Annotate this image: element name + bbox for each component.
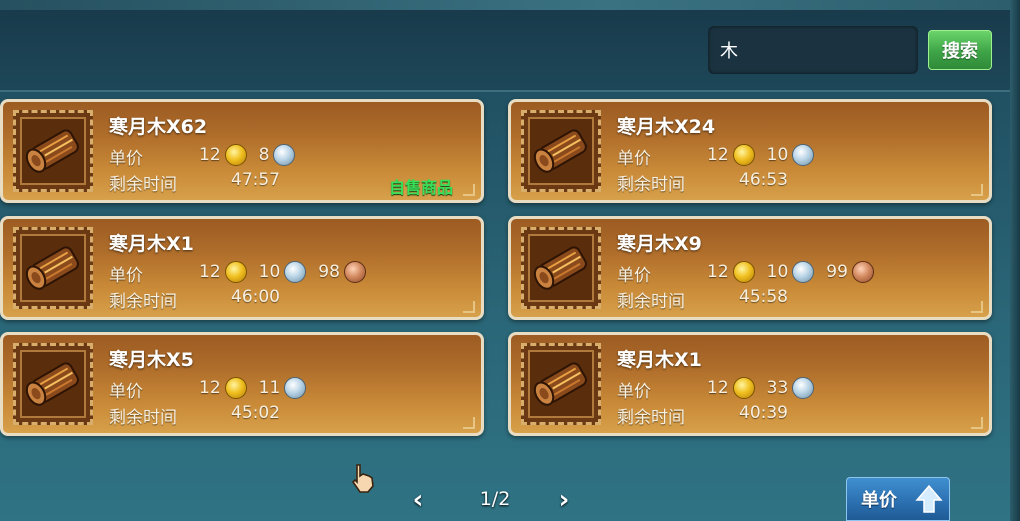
gold-coin-icon [224,144,247,166]
gold-amount: 12 [199,145,221,165]
cold-moon-wood-log-icon [25,246,79,290]
silver-amount: 8 [258,145,270,165]
price-label: 单价 [617,149,651,169]
sort-up-arrow-icon [915,484,943,513]
price-label: 单价 [109,149,143,169]
item-icon-frame [13,227,93,309]
gold-amount: 12 [199,378,221,398]
item-name: 寒月木X24 [617,116,716,138]
time-left-label: 剩余时间 [109,408,177,428]
search-input[interactable] [708,26,918,74]
item-name: 寒月木X1 [617,349,702,371]
silver-coin-icon [792,144,815,166]
gold-amount: 12 [707,262,729,282]
gold-coin-icon [732,377,755,399]
time-left-value: 46:53 [739,170,788,190]
item-icon-frame [521,110,601,192]
price-label: 单价 [109,382,143,402]
price-label: 单价 [617,266,651,286]
item-name: 寒月木X62 [109,116,208,138]
silver-amount: 10 [258,262,281,282]
price-row: 12 11 [199,375,314,401]
time-left-value: 45:58 [739,287,788,307]
item-icon-frame [13,110,93,192]
time-left-label: 剩余时间 [617,292,685,312]
search-button[interactable]: 搜索 [928,30,992,70]
item-icon-frame [521,227,601,309]
gold-amount: 12 [199,262,221,282]
time-left-label: 剩余时间 [617,175,685,195]
corner-mark-icon [463,417,475,429]
time-left-label: 剩余时间 [109,292,177,312]
gold-coin-icon [732,144,755,166]
silver-coin-icon [284,261,307,283]
copper-coin-icon [851,261,874,283]
self-sell-tag: 自售商品 [389,178,454,197]
corner-mark-icon [463,301,475,313]
search-field[interactable] [708,26,918,74]
listing-card[interactable]: 寒月木X62 单价 12 8 剩余时间 47:57 自售商品 [0,99,484,203]
time-left-value: 45:02 [231,403,280,423]
copper-amount: 99 [826,262,848,282]
listing-card[interactable]: 寒月木X9 单价 12 10 99 剩余时间 45:58 [508,216,992,320]
chevron-right-icon[interactable]: › [552,487,576,513]
time-left-value: 47:57 [231,170,280,190]
price-row: 12 10 99 [707,259,882,285]
listing-card[interactable]: 寒月木X1 单价 12 10 98 剩余时间 46:00 [0,216,484,320]
cold-moon-wood-log-icon [533,129,587,173]
listing-card[interactable]: 寒月木X1 单价 12 33 剩余时间 40:39 [508,332,992,436]
chevron-left-icon[interactable]: ‹ [406,487,430,513]
sort-by-price-button[interactable]: 单价 [846,477,950,521]
cold-moon-wood-log-icon [25,129,79,173]
time-left-value: 46:00 [231,287,280,307]
gold-coin-icon [224,377,247,399]
item-icon-frame [13,343,93,425]
page-indicator: 1/2 [479,488,511,510]
silver-coin-icon [792,377,815,399]
time-left-label: 剩余时间 [617,408,685,428]
cold-moon-wood-log-icon [533,362,587,406]
cold-moon-wood-log-icon [25,362,79,406]
gold-coin-icon [224,261,247,283]
copper-amount: 98 [318,262,340,282]
sort-button-label: 单价 [861,490,897,511]
silver-coin-icon [792,261,815,283]
frame-border [1010,0,1020,521]
price-row: 12 33 [707,375,822,401]
silver-coin-icon [273,144,296,166]
silver-amount: 33 [766,378,789,398]
corner-mark-icon [971,301,983,313]
corner-mark-icon [463,184,475,196]
corner-mark-icon [971,417,983,429]
price-row: 12 10 [707,142,822,168]
time-left-label: 剩余时间 [109,175,177,195]
gold-amount: 12 [707,145,729,165]
time-left-value: 40:39 [739,403,788,423]
price-row: 12 10 98 [199,259,374,285]
listing-card[interactable]: 寒月木X24 单价 12 10 剩余时间 46:53 [508,99,992,203]
gold-coin-icon [732,261,755,283]
hand-cursor-icon [351,464,374,493]
price-label: 单价 [617,382,651,402]
corner-mark-icon [971,184,983,196]
gold-amount: 12 [707,378,729,398]
price-label: 单价 [109,266,143,286]
silver-amount: 10 [766,262,789,282]
silver-amount: 10 [766,145,789,165]
cold-moon-wood-log-icon [533,246,587,290]
listing-card[interactable]: 寒月木X5 单价 12 11 剩余时间 45:02 [0,332,484,436]
item-name: 寒月木X9 [617,233,702,255]
item-name: 寒月木X1 [109,233,194,255]
silver-amount: 11 [258,378,281,398]
item-name: 寒月木X5 [109,349,194,371]
silver-coin-icon [284,377,307,399]
copper-coin-icon [343,261,366,283]
item-icon-frame [521,343,601,425]
price-row: 12 8 [199,142,303,168]
